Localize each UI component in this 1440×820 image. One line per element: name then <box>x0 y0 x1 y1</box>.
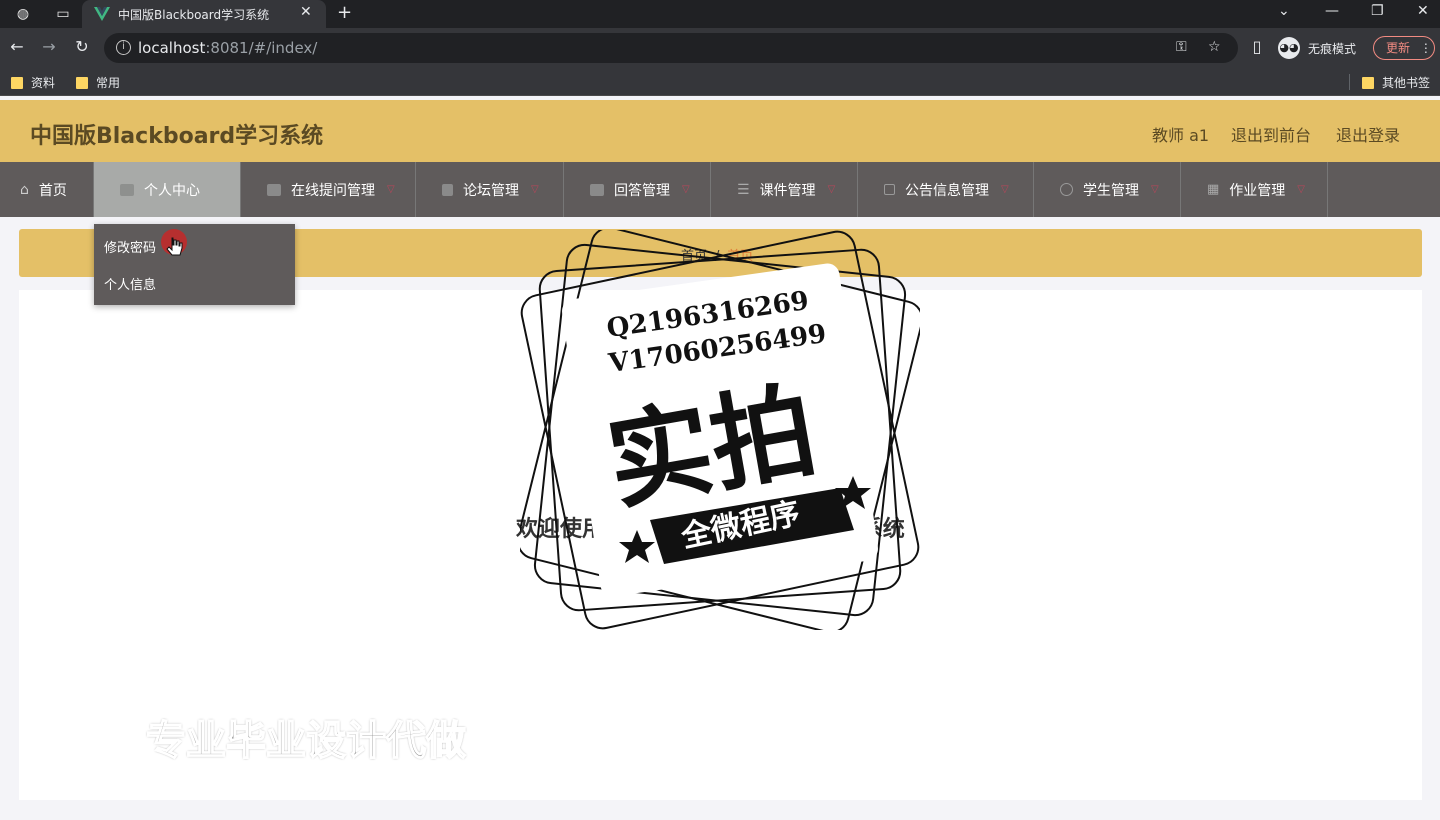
back-icon[interactable]: ← <box>7 37 27 56</box>
menu-item-students[interactable]: 学生管理 ▽ <box>1034 162 1181 217</box>
bookmark-label: 其他书签 <box>1382 76 1431 90</box>
globe-icon[interactable]: ◍ <box>14 5 32 23</box>
star-icon[interactable]: ☆ <box>1208 39 1221 55</box>
site-info-icon[interactable]: i <box>116 40 131 55</box>
menu-item-forum[interactable]: 论坛管理 ▽ <box>416 162 564 217</box>
menu-item-label: 公告信息管理 <box>905 182 989 199</box>
other-bookmarks[interactable]: 其他书签 <box>1362 74 1430 91</box>
update-label: 更新 <box>1386 41 1411 55</box>
dropdown-item-personal-info[interactable]: 个人信息 <box>104 274 156 293</box>
side-panel-icon[interactable]: ▯ <box>1247 37 1267 56</box>
clock-icon <box>1060 183 1073 196</box>
url-path: :8081/#/index/ <box>205 39 318 57</box>
chevron-down-icon: ▽ <box>827 184 836 195</box>
menu-item-home[interactable]: ⌂ 首页 <box>0 162 94 217</box>
chevron-down-icon: ▽ <box>1151 184 1159 195</box>
menu-item-online-questions[interactable]: 在线提问管理 ▽ <box>241 162 416 217</box>
bookmark-folder-ziliao[interactable]: 资料 <box>11 74 55 91</box>
personal-center-dropdown: 修改密码 个人信息 <box>94 224 295 305</box>
key-icon[interactable]: ⚿ <box>1176 39 1187 55</box>
minimize-icon[interactable]: — <box>1325 3 1339 19</box>
logout-link[interactable]: 退出登录 <box>1336 122 1400 146</box>
chevron-down-icon: ▽ <box>682 184 690 195</box>
tab-list-icon[interactable]: ⌄ <box>1278 3 1290 19</box>
user-label: 教师 a1 <box>1152 126 1210 145</box>
image-icon <box>590 183 604 196</box>
browser-tab-active[interactable]: 中国版Blackboard学习系统 ✕ <box>82 0 326 28</box>
pointer-cursor-icon <box>161 229 187 256</box>
menu-item-homework[interactable]: ▦ 作业管理 ▽ <box>1181 162 1328 217</box>
monitor-icon <box>267 183 281 196</box>
more-menu-icon: ⋮ <box>1419 41 1432 55</box>
bookmark-folder-changyong[interactable]: 常用 <box>76 74 120 91</box>
menu-item-answers[interactable]: 回答管理 ▽ <box>564 162 711 217</box>
new-tab-icon[interactable]: + <box>337 2 352 23</box>
chevron-down-icon: ▽ <box>531 184 539 195</box>
menu-item-label: 学生管理 <box>1083 182 1139 199</box>
address-bar[interactable]: i localhost:8081/#/index/ ⚿ ☆ <box>104 33 1238 63</box>
chevron-down-icon: ▽ <box>387 184 395 195</box>
main-menu: ⌂ 首页 个人中心 在线提问管理 ▽ 论坛管理 ▽ 回答管理 ▽ ☰ 课件管理 … <box>0 162 1440 217</box>
back-to-front-link[interactable]: 退出到前台 <box>1231 122 1311 146</box>
menu-item-label: 回答管理 <box>614 182 670 199</box>
tab-title: 中国版Blackboard学习系统 <box>118 8 270 22</box>
watermark-stamp: Q2196316269 V17060256499 实拍 全微程序 <box>516 226 924 634</box>
folder-icon <box>11 76 23 89</box>
folder-icon <box>76 76 88 89</box>
bookmark-label: 常用 <box>96 76 121 90</box>
bookmark-label: 资料 <box>31 76 56 90</box>
app-title: 中国版Blackboard学习系统 <box>30 124 324 149</box>
forward-icon[interactable]: → <box>39 37 59 56</box>
menu-item-label: 课件管理 <box>759 182 816 199</box>
sliders-icon: ☰ <box>737 181 750 198</box>
reload-icon[interactable]: ↻ <box>72 37 92 56</box>
menu-item-personal-center[interactable]: 个人中心 <box>94 162 241 217</box>
user-icon <box>120 183 134 196</box>
bookmark-separator <box>1349 74 1350 90</box>
tab-close-icon[interactable]: ✕ <box>300 4 312 20</box>
vue-logo-icon <box>94 7 110 21</box>
crop-icon <box>884 184 895 195</box>
url-text[interactable]: localhost:8081/#/index/ <box>138 39 317 57</box>
promo-watermark: 专业毕业设计代做 <box>145 717 467 765</box>
restore-icon[interactable]: ❐ <box>1371 3 1384 19</box>
window-close-icon[interactable]: ✕ <box>1417 3 1429 19</box>
menu-item-announcements[interactable]: 公告信息管理 ▽ <box>858 162 1034 217</box>
dropdown-item-change-password[interactable]: 修改密码 <box>104 237 156 256</box>
update-button[interactable]: 更新 ⋮ <box>1373 36 1435 60</box>
bookmarks-bar: 资料 常用 其他书签 <box>0 68 1440 96</box>
incognito-indicator[interactable]: ◕◕ 无痕模式 <box>1278 37 1356 59</box>
incognito-icon: ◕◕ <box>1278 37 1300 59</box>
menu-item-label: 首页 <box>38 182 67 199</box>
browser-tab-bar: ◍ ▭ 中国版Blackboard学习系统 ✕ + ⌄ — ❐ ✕ <box>0 0 1440 28</box>
menu-item-label: 论坛管理 <box>463 182 519 199</box>
grid-icon: ▦ <box>1207 182 1220 197</box>
menu-item-label: 作业管理 <box>1229 182 1286 199</box>
incognito-label: 无痕模式 <box>1308 41 1357 56</box>
chevron-down-icon: ▽ <box>1001 184 1009 195</box>
home-icon: ⌂ <box>20 181 29 198</box>
menu-item-label: 个人中心 <box>144 182 200 199</box>
tab-search-icon[interactable]: ▭ <box>54 5 72 23</box>
app-header: 中国版Blackboard学习系统 教师 a1 退出到前台 退出登录 <box>0 100 1440 162</box>
menu-item-label: 在线提问管理 <box>291 182 375 199</box>
browser-toolbar: ← → ↻ i localhost:8081/#/index/ ⚿ ☆ ▯ ◕◕… <box>0 28 1440 68</box>
document-icon <box>442 183 453 196</box>
menu-item-courseware[interactable]: ☰ 课件管理 ▽ <box>711 162 858 217</box>
folder-icon <box>1362 76 1374 89</box>
url-host: localhost <box>138 39 206 57</box>
chevron-down-icon: ▽ <box>1297 184 1305 195</box>
